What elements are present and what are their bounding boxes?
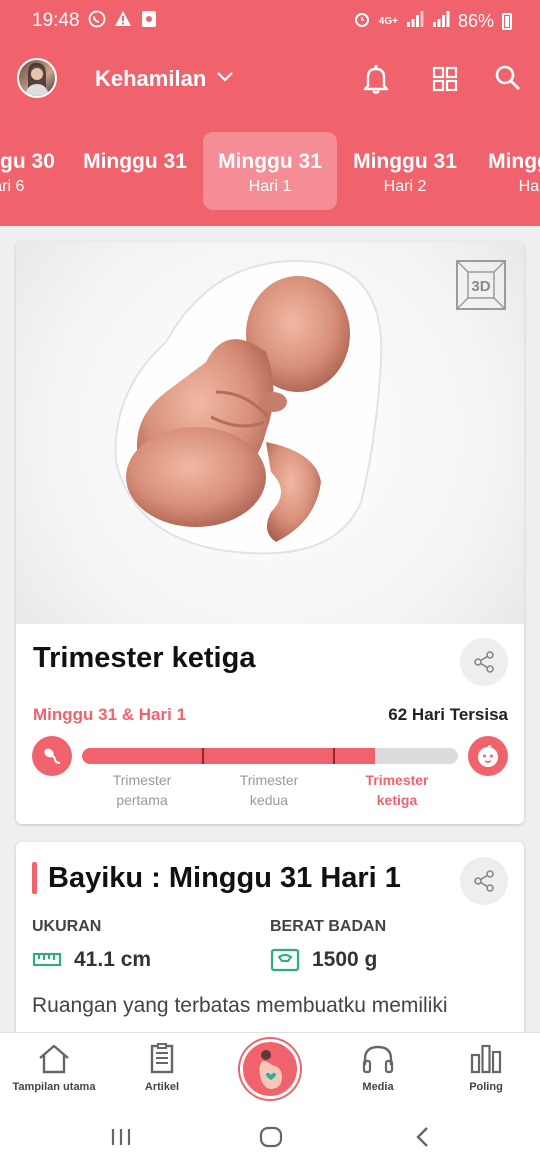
baby-title: Bayiku : Minggu 31 Hari 1 bbox=[48, 862, 401, 894]
title-accent bbox=[32, 862, 37, 894]
baby-face-icon bbox=[468, 736, 508, 776]
ruler-icon bbox=[32, 948, 62, 975]
signal-icon-2 bbox=[432, 11, 450, 32]
trimester-label-second: Trimester kedua bbox=[239, 772, 299, 808]
trimester-title: Trimester ketiga bbox=[33, 642, 256, 674]
nav-articles[interactable]: Artikel bbox=[108, 1043, 216, 1093]
size-label: UKURAN bbox=[32, 918, 102, 935]
size-value: 41.1 cm bbox=[74, 948, 152, 971]
week-tab[interactable]: Minggu 30 Hari 6 bbox=[0, 132, 70, 210]
recent-apps-button[interactable] bbox=[110, 1126, 132, 1153]
weight-label: BERAT BADAN bbox=[270, 918, 387, 935]
system-navigation-bar bbox=[0, 1108, 540, 1170]
chevron-down-icon[interactable] bbox=[215, 66, 235, 91]
pregnancy-progress-bar bbox=[82, 748, 458, 764]
share-button[interactable] bbox=[460, 638, 508, 686]
search-icon[interactable] bbox=[494, 64, 522, 97]
whatsapp-icon bbox=[88, 10, 106, 28]
days-remaining: 62 Hari Tersisa bbox=[388, 705, 508, 724]
week-selector: Minggu 30 Hari 6 Minggu 31 Minggu 31 Har… bbox=[0, 128, 540, 214]
nav-home[interactable]: Tampilan utama bbox=[0, 1043, 108, 1093]
headphones-icon bbox=[362, 1045, 394, 1074]
grid-icon[interactable] bbox=[432, 66, 458, 97]
home-circle-icon bbox=[259, 1126, 283, 1148]
home-icon bbox=[39, 1044, 69, 1074]
app-bar: Kehamilan bbox=[0, 50, 540, 110]
back-icon bbox=[416, 1127, 428, 1147]
fetus-3d-image[interactable]: 3D bbox=[16, 242, 524, 624]
battery-icon bbox=[502, 13, 512, 30]
pregnancy-center-button[interactable] bbox=[240, 1039, 300, 1099]
baby-card: Bayiku : Minggu 31 Hari 1 UKURAN 41.1 cm… bbox=[16, 842, 524, 1062]
svg-text:3D: 3D bbox=[471, 278, 490, 295]
weight-value: 1500 g bbox=[312, 948, 378, 971]
page-title[interactable]: Kehamilan bbox=[95, 66, 206, 92]
progress-fill bbox=[82, 748, 376, 764]
trimester-divider bbox=[202, 748, 204, 764]
3d-view-icon[interactable]: 3D bbox=[454, 258, 508, 317]
fetus-illustration bbox=[114, 260, 383, 555]
home-button[interactable] bbox=[259, 1126, 283, 1153]
status-time: 19:48 bbox=[32, 10, 80, 31]
article-icon bbox=[150, 1043, 174, 1074]
app-notification-icon bbox=[140, 10, 158, 28]
bottom-navigation: Tampilan utama Artikel Media Poling bbox=[0, 1032, 540, 1108]
share-button[interactable] bbox=[460, 857, 508, 905]
current-week-label: Minggu 31 & Hari 1 bbox=[33, 705, 187, 724]
trimester-divider bbox=[333, 748, 335, 764]
sperm-icon bbox=[32, 736, 72, 776]
week-tab-active[interactable]: Minggu 31 Hari 1 bbox=[203, 132, 337, 210]
avatar[interactable] bbox=[17, 58, 57, 98]
baby-description: Ruangan yang terbatas membuatku memiliki bbox=[32, 994, 448, 1017]
network-type: 4G+ bbox=[378, 16, 398, 27]
week-tab[interactable]: Minggu 31 bbox=[68, 132, 202, 210]
status-bar: 19:48 4G+ 86% bbox=[0, 0, 540, 44]
pregnancy-icon bbox=[259, 1050, 282, 1089]
trimester-label-third: Trimester ketiga bbox=[365, 772, 429, 808]
warning-icon bbox=[114, 10, 132, 28]
top-bar: 19:48 4G+ 86% Kehamilan gu 30 ri 6 Mingg… bbox=[0, 0, 540, 226]
alarm-icon bbox=[353, 10, 371, 33]
poll-icon bbox=[470, 1044, 502, 1074]
week-tab[interactable]: Minggu 31 Hari 3 bbox=[473, 132, 540, 210]
nav-media[interactable]: Media bbox=[324, 1043, 432, 1093]
trimester-card: 3D Trimester ketiga Minggu 31 & Hari 1 6… bbox=[16, 242, 524, 824]
bell-icon[interactable] bbox=[362, 64, 390, 99]
share-icon bbox=[474, 651, 494, 673]
recents-icon bbox=[111, 1129, 131, 1145]
back-button[interactable] bbox=[413, 1126, 433, 1153]
week-tab[interactable]: Minggu 31 Hari 2 bbox=[338, 132, 472, 210]
trimester-label-first: Trimester pertama bbox=[112, 772, 172, 808]
nav-poll[interactable]: Poling bbox=[432, 1043, 540, 1093]
signal-icon bbox=[406, 11, 424, 32]
share-icon bbox=[474, 870, 494, 892]
battery-percent: 86% bbox=[457, 11, 494, 31]
scale-icon bbox=[270, 948, 300, 977]
